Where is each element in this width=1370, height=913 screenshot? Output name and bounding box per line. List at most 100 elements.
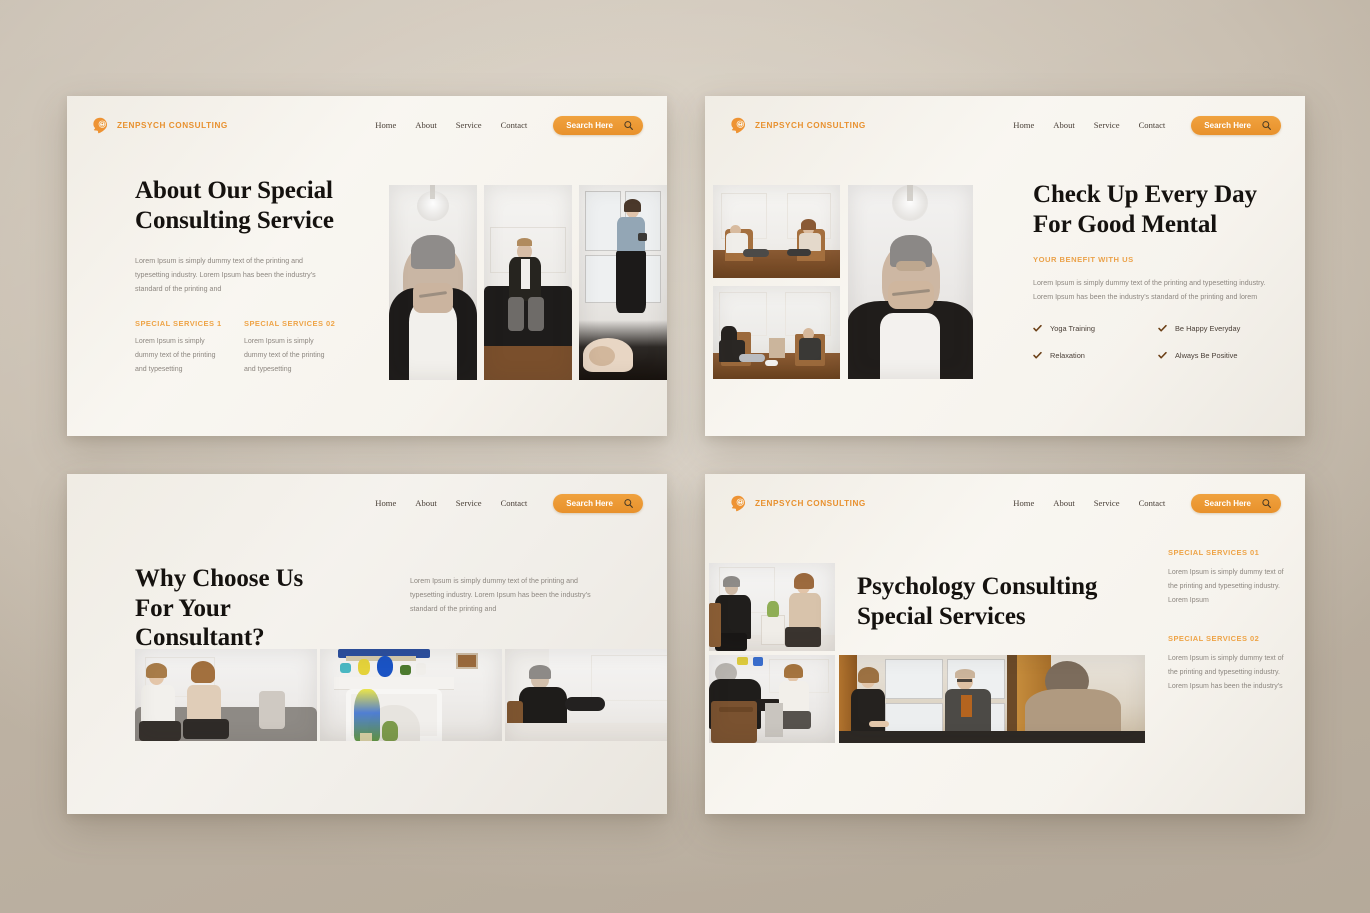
check-icon <box>1033 325 1042 332</box>
main-nav: Home About Service Contact Search Here <box>1013 493 1281 513</box>
slide3-headline-line1: Why Choose Us <box>135 565 304 592</box>
slide2-photo-grid <box>713 185 973 379</box>
slide4-title-block: Psychology Consulting Special Services <box>857 572 1147 631</box>
nav-link-service[interactable]: Service <box>1094 498 1120 508</box>
nav-link-about[interactable]: About <box>415 498 436 508</box>
slide1-service-title-1: SPECIAL SERVICES 1 <box>135 318 222 328</box>
slide3-headline: Why Choose Us For Your Consultant? <box>135 564 350 653</box>
nav-link-home[interactable]: Home <box>1013 120 1034 130</box>
brand-name: ZENPSYCH CONSULTING <box>755 120 866 130</box>
slide3-headline-line2: For Your Consultant? <box>135 594 265 652</box>
slide1-service-columns: SPECIAL SERVICES 1 Lorem Ipsum is simply… <box>135 319 360 377</box>
photo-young-man-on-sofa <box>484 185 572 380</box>
search-button[interactable]: Search Here <box>553 493 643 513</box>
slide4-headline: Psychology Consulting Special Services <box>857 572 1147 631</box>
slide4-side-block-2: SPECIAL SERVICES 02 Lorem Ipsum is simpl… <box>1168 634 1286 694</box>
search-button-label: Search Here <box>1204 120 1251 130</box>
nav-link-contact[interactable]: Contact <box>501 120 528 130</box>
site-header: Home About Service Contact Search Here <box>67 474 667 532</box>
search-button[interactable]: Search Here <box>553 115 643 135</box>
photo-couple-on-sofa-consultation <box>135 649 317 741</box>
slide1-service-column-1: SPECIAL SERVICES 1 Lorem Ipsum is simply… <box>135 319 227 377</box>
search-button-label: Search Here <box>566 498 613 508</box>
main-nav: Home About Service Contact Search Here <box>1013 115 1281 135</box>
slide1-service-column-2: SPECIAL SERVICES 02 Lorem Ipsum is simpl… <box>244 319 336 377</box>
nav-link-home[interactable]: Home <box>375 120 396 130</box>
nav-link-about[interactable]: About <box>1053 498 1074 508</box>
photo-older-man-consulting <box>709 655 835 743</box>
nav-link-service[interactable]: Service <box>456 498 482 508</box>
photo-therapist-seated-listening <box>505 649 667 741</box>
nav-link-service[interactable]: Service <box>1094 120 1120 130</box>
nav-link-home[interactable]: Home <box>375 498 396 508</box>
photo-meeting-at-window-table <box>839 655 1145 743</box>
nav-link-contact[interactable]: Contact <box>501 498 528 508</box>
slide1-copy: About Our Special Consulting Service Lor… <box>135 176 360 377</box>
slide1-paragraph: Lorem Ipsum is simply dummy text of the … <box>135 257 316 294</box>
slide2-photo-column-right <box>848 185 973 379</box>
slide2-photo-column-left <box>713 185 840 379</box>
search-button[interactable]: Search Here <box>1191 115 1281 135</box>
slide2-headline-line1: Check Up Every Day <box>1033 181 1257 208</box>
slide4-side-text-1: Lorem Ipsum is simply dummy text of the … <box>1168 569 1284 604</box>
slide1-headline-line1: About Our Special <box>135 177 333 204</box>
check-icon <box>1158 352 1167 359</box>
main-nav: Home About Service Contact Search Here <box>375 493 643 513</box>
brand-logo[interactable]: ZENPSYCH CONSULTING <box>729 494 866 513</box>
benefit-item: Always Be Positive <box>1158 351 1283 360</box>
site-header: ZENPSYCH CONSULTING Home About Service C… <box>67 96 667 154</box>
check-icon <box>1158 325 1167 332</box>
photo-group-therapy-session <box>713 286 840 379</box>
slide1-headline-line2: Consulting Service <box>135 206 334 234</box>
head-profile-icon <box>731 495 746 511</box>
slide4-headline-line1: Psychology Consulting <box>857 573 1098 600</box>
nav-link-about[interactable]: About <box>415 120 436 130</box>
search-button-label: Search Here <box>566 120 613 130</box>
brand-logo[interactable]: ZENPSYCH CONSULTING <box>729 116 866 135</box>
slide2-headline-line2: For Good Mental <box>1033 210 1218 238</box>
slide-about-our-special-consulting-service: ZENPSYCH CONSULTING Home About Service C… <box>67 96 667 436</box>
nav-link-contact[interactable]: Contact <box>1139 498 1166 508</box>
benefit-label: Be Happy Everyday <box>1175 324 1241 334</box>
slide4-side-title-2: SPECIAL SERVICES 02 <box>1168 634 1260 643</box>
search-icon <box>624 498 633 508</box>
slide1-service-text-2: Lorem Ipsum is simply dummy text of the … <box>244 337 325 373</box>
benefit-item: Relaxation <box>1033 351 1158 360</box>
slide2-paragraph: Lorem Ipsum is simply dummy text of the … <box>1033 279 1266 302</box>
slide3-paragraph-block: Lorem Ipsum is simply dummy text of the … <box>410 574 602 617</box>
slide-why-choose-us: Home About Service Contact Search Here W… <box>67 474 667 814</box>
nav-link-service[interactable]: Service <box>456 120 482 130</box>
slide1-photo-gallery <box>389 185 667 380</box>
slide-psychology-consulting-special-services: ZENPSYCH CONSULTING Home About Service C… <box>705 474 1305 814</box>
slide4-side-blocks: SPECIAL SERVICES 01 Lorem Ipsum is simpl… <box>1168 548 1286 720</box>
nav-link-about[interactable]: About <box>1053 120 1074 130</box>
benefit-label: Relaxation <box>1050 351 1085 361</box>
brand-name: ZENPSYCH CONSULTING <box>755 498 866 508</box>
search-button[interactable]: Search Here <box>1191 493 1281 513</box>
slide1-headline: About Our Special Consulting Service <box>135 176 360 235</box>
photo-two-people-on-chairs-session <box>713 185 840 278</box>
slide1-service-title-2: SPECIAL SERVICES 02 <box>244 318 336 328</box>
slide3-photo-strip: Good Consultant Lorem ipsum dolor sit am… <box>135 649 667 741</box>
slide3-title-block: Why Choose Us For Your Consultant? <box>135 564 350 653</box>
slide4-headline-line2: Special Services <box>857 602 1026 630</box>
slide4-side-block-1: SPECIAL SERVICES 01 Lorem Ipsum is simpl… <box>1168 548 1286 608</box>
benefit-item: Be Happy Everyday <box>1158 324 1283 333</box>
nav-link-home[interactable]: Home <box>1013 498 1034 508</box>
slide2-kicker: YOUR BENEFIT WITH US <box>1033 255 1134 264</box>
photo-woman-with-glasses-portrait <box>848 185 973 379</box>
benefit-label: Yoga Training <box>1050 324 1095 334</box>
photo-two-women-in-session <box>709 563 835 651</box>
nav-link-contact[interactable]: Contact <box>1139 120 1166 130</box>
photo-woman-standing-by-window <box>579 185 667 380</box>
search-icon <box>624 120 633 130</box>
slide4-mosaic-bottom-row <box>709 655 1145 743</box>
site-header: ZENPSYCH CONSULTING Home About Service C… <box>705 96 1305 154</box>
main-nav: Home About Service Contact Search Here <box>375 115 643 135</box>
brand-logo[interactable]: ZENPSYCH CONSULTING <box>91 116 228 135</box>
search-icon <box>1262 498 1271 508</box>
slide2-benefit-list: Yoga Training Be Happy Everyday Relaxati… <box>1033 324 1283 360</box>
benefit-item: Yoga Training <box>1033 324 1158 333</box>
slide2-copy: Check Up Every Day For Good Mental YOUR … <box>1033 180 1283 360</box>
head-profile-icon <box>731 117 746 133</box>
